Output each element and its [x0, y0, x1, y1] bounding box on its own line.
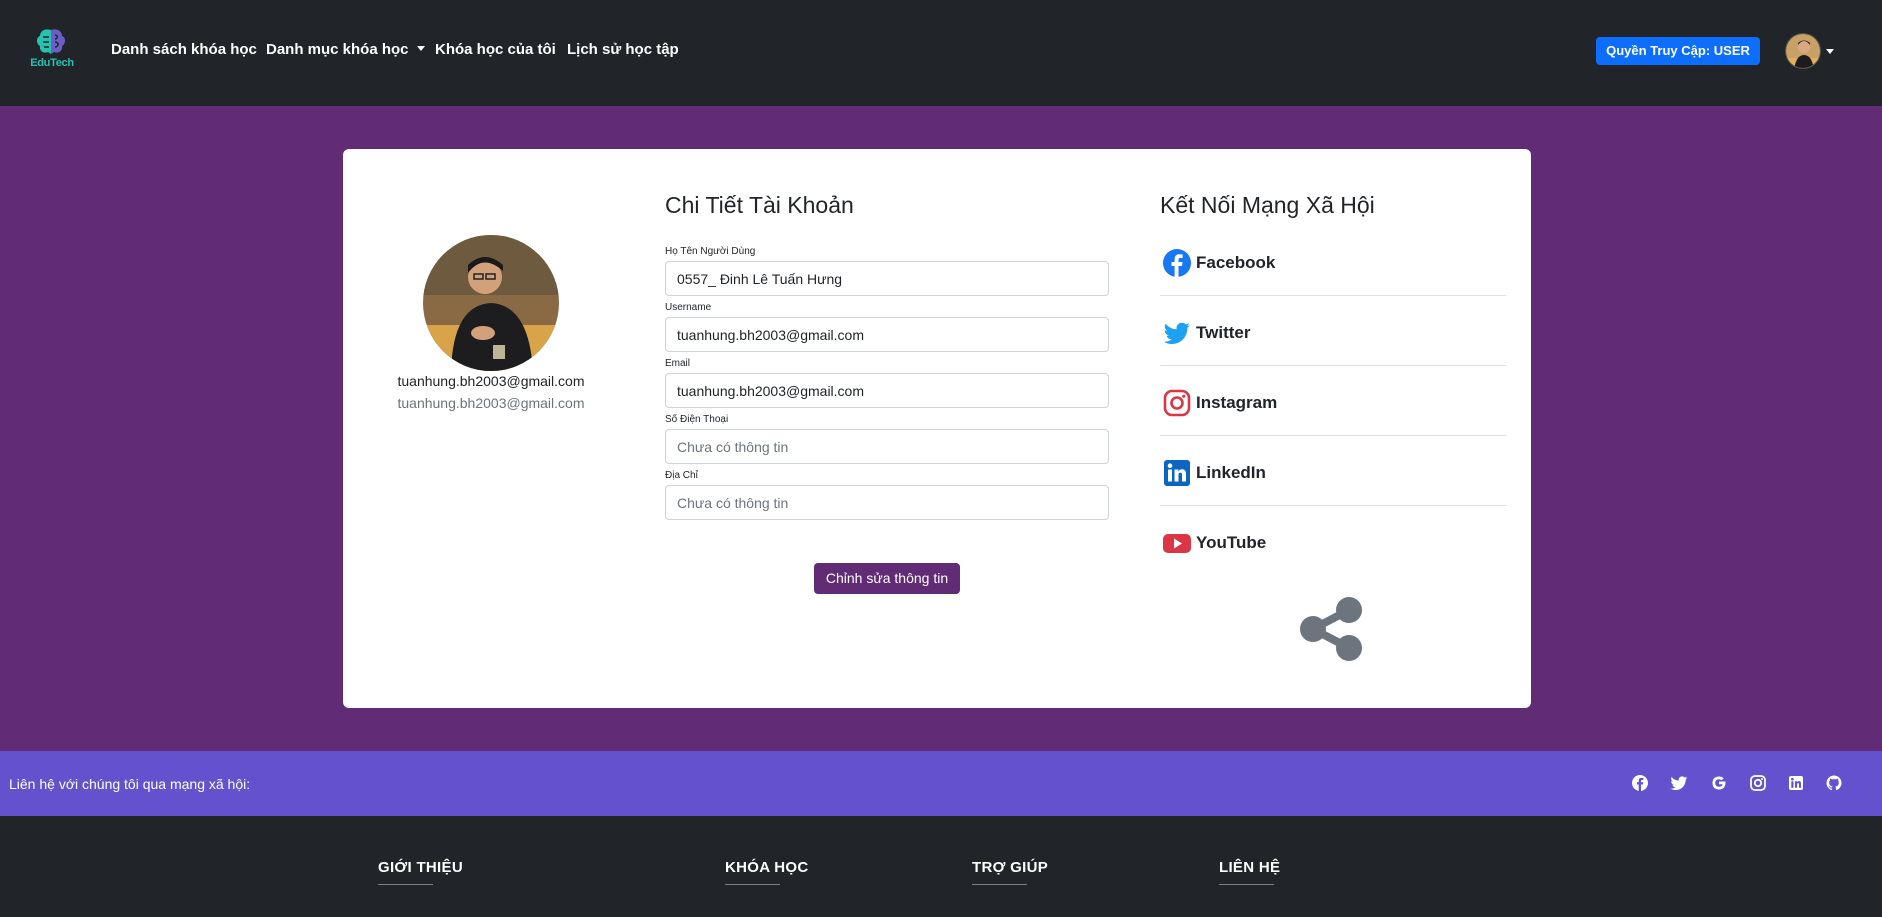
phone-input[interactable]	[665, 429, 1109, 464]
social-label-twitter: Twitter	[1196, 323, 1251, 342]
nav-my-courses[interactable]: Khóa học của tôi	[435, 41, 556, 58]
google-icon[interactable]	[1710, 774, 1728, 792]
fullname-label: Họ Tên Người Dùng	[665, 246, 756, 257]
social-label-youtube: YouTube	[1196, 533, 1267, 552]
share-icon[interactable]	[1299, 596, 1365, 662]
navbar: EduTech Danh sách khóa học Danh mục khóa…	[0, 0, 1882, 106]
facebook-icon[interactable]	[1631, 774, 1649, 792]
nav-course-categories-dropdown[interactable]: Danh mục khóa học	[266, 41, 425, 58]
email-input[interactable]	[665, 373, 1109, 408]
username-input[interactable]	[665, 317, 1109, 352]
social-row-twitter[interactable]: Twitter	[1160, 297, 1506, 366]
facebook-icon	[1163, 249, 1191, 277]
profile-name: tuanhung.bh2003@gmail.com	[397, 373, 585, 389]
profile-email: tuanhung.bh2003@gmail.com	[397, 395, 585, 411]
address-input[interactable]	[665, 485, 1109, 520]
phone-label: Số Điện Thoại	[665, 414, 729, 425]
access-role-button[interactable]: Quyền Truy Cập: USER	[1596, 37, 1760, 65]
linkedin-icon	[1164, 460, 1190, 486]
social-row-instagram[interactable]: Instagram	[1160, 367, 1506, 436]
footer-divider	[725, 884, 780, 885]
footer-heading-contact: LIÊN HỆ	[1219, 859, 1281, 876]
footer-divider	[972, 884, 1027, 885]
social-row-facebook[interactable]: Facebook	[1160, 227, 1506, 296]
social-row-youtube[interactable]: YouTube	[1160, 507, 1506, 576]
user-menu-caret-icon[interactable]	[1826, 49, 1834, 54]
social-row-linkedin[interactable]: LinkedIn	[1160, 437, 1506, 506]
footer-heading-help: TRỢ GIÚP	[972, 859, 1049, 876]
social-label-instagram: Instagram	[1196, 393, 1278, 412]
footer-divider	[1219, 884, 1274, 885]
email-label: Email	[665, 358, 691, 369]
social-contact-bar: Liên hệ với chúng tôi qua mạng xã hội:	[0, 751, 1882, 816]
fullname-input[interactable]	[665, 261, 1109, 296]
footer: GIỚI THIỆU KHÓA HỌC TRỢ GIÚP LIÊN HỆ	[0, 816, 1882, 917]
footer-heading-about: GIỚI THIỆU	[378, 859, 463, 876]
username-label: Username	[665, 302, 712, 313]
instagram-icon[interactable]	[1749, 774, 1767, 792]
brain-logo-icon	[37, 29, 65, 54]
edit-info-button[interactable]: Chỉnh sửa thông tin	[814, 563, 960, 594]
footer-heading-courses: KHÓA HỌC	[725, 859, 809, 876]
nav-course-list[interactable]: Danh sách khóa học	[111, 41, 257, 58]
footer-divider	[378, 884, 433, 885]
social-connect-title: Kết Nối Mạng Xã Hội	[1160, 192, 1375, 218]
brand-name: EduTech	[30, 57, 74, 69]
twitter-icon	[1163, 322, 1190, 344]
instagram-icon	[1163, 389, 1191, 417]
nav-learning-history[interactable]: Lịch sử học tập	[567, 41, 679, 58]
profile-photo	[423, 235, 559, 371]
github-icon[interactable]	[1825, 774, 1843, 792]
profile-avatar	[423, 235, 559, 371]
linkedin-icon[interactable]	[1787, 774, 1805, 792]
social-label-facebook: Facebook	[1196, 253, 1276, 272]
address-label: Địa Chỉ	[665, 470, 698, 481]
social-label-linkedin: LinkedIn	[1196, 463, 1266, 482]
account-card: tuanhung.bh2003@gmail.com tuanhung.bh200…	[343, 149, 1531, 708]
account-details-title: Chi Tiết Tài Khoản	[665, 192, 854, 218]
user-avatar[interactable]	[1785, 33, 1821, 69]
edutech-logo[interactable]: EduTech	[28, 27, 76, 73]
twitter-icon[interactable]	[1670, 774, 1688, 792]
contact-bar-text: Liên hệ với chúng tôi qua mạng xã hội:	[9, 776, 251, 792]
avatar-photo	[1786, 34, 1820, 68]
youtube-icon	[1163, 534, 1191, 553]
